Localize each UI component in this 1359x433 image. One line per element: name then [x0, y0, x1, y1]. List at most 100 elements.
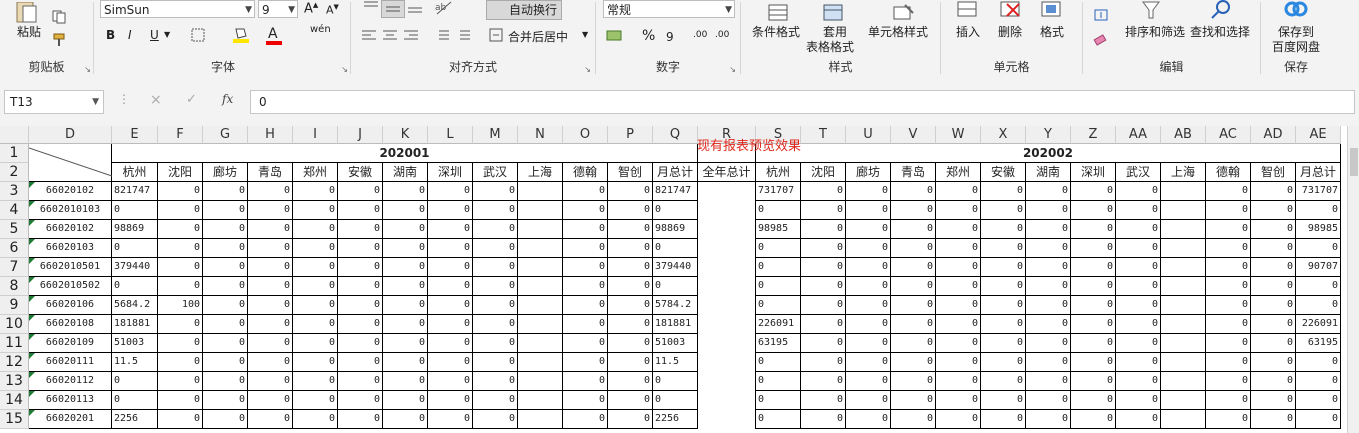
- data-cell[interactable]: 0: [428, 182, 473, 201]
- data-cell[interactable]: 0: [1251, 372, 1296, 391]
- data-cell[interactable]: 0: [891, 410, 936, 429]
- data-cell[interactable]: 0: [1206, 372, 1251, 391]
- data-cell[interactable]: 0: [608, 315, 653, 334]
- annual-total-cell[interactable]: [698, 182, 756, 201]
- data-cell[interactable]: 0: [293, 372, 338, 391]
- column-header[interactable]: V: [891, 126, 936, 144]
- data-cell[interactable]: 0: [891, 372, 936, 391]
- find-select-icon[interactable]: [1210, 0, 1232, 20]
- data-cell[interactable]: 0: [338, 296, 383, 315]
- column-header[interactable]: AA: [1116, 126, 1161, 144]
- data-cell[interactable]: [1161, 353, 1206, 372]
- data-cell[interactable]: 0: [981, 277, 1026, 296]
- data-cell[interactable]: 731707: [1296, 182, 1341, 201]
- column-header[interactable]: O: [563, 126, 608, 144]
- data-cell[interactable]: 0: [203, 315, 248, 334]
- data-cell[interactable]: 0: [936, 201, 981, 220]
- data-cell[interactable]: 0: [891, 391, 936, 410]
- scrollbar-thumb[interactable]: [1350, 148, 1358, 176]
- data-cell[interactable]: 0: [383, 182, 428, 201]
- data-cell[interactable]: 0: [1296, 391, 1341, 410]
- data-cell[interactable]: 0: [428, 391, 473, 410]
- data-cell[interactable]: 0: [846, 182, 891, 201]
- copy-icon[interactable]: [52, 10, 68, 24]
- data-cell[interactable]: 0: [846, 410, 891, 429]
- data-cell[interactable]: 0: [338, 391, 383, 410]
- format-button[interactable]: 格式: [1040, 23, 1064, 40]
- data-cell[interactable]: 0: [293, 315, 338, 334]
- data-cell[interactable]: [518, 296, 563, 315]
- column-header[interactable]: E: [112, 126, 158, 144]
- column-header[interactable]: AE: [1296, 126, 1341, 144]
- data-cell[interactable]: [518, 239, 563, 258]
- data-cell[interactable]: 0: [756, 258, 801, 277]
- data-cell[interactable]: 0: [1116, 353, 1161, 372]
- data-cell[interactable]: [518, 258, 563, 277]
- data-cell[interactable]: 0: [1296, 410, 1341, 429]
- format-cells-icon[interactable]: [1040, 0, 1064, 20]
- data-cell[interactable]: 2256: [653, 410, 698, 429]
- data-cell[interactable]: 0: [1296, 277, 1341, 296]
- top-align-icon[interactable]: [361, 0, 381, 14]
- data-cell[interactable]: 0: [1251, 258, 1296, 277]
- row-header[interactable]: 14: [0, 391, 29, 410]
- column-header[interactable]: M: [473, 126, 518, 144]
- data-cell[interactable]: 0: [428, 258, 473, 277]
- data-cell[interactable]: 0: [891, 239, 936, 258]
- delete-cells-icon[interactable]: [999, 0, 1023, 20]
- data-cell[interactable]: 0: [338, 410, 383, 429]
- column-header[interactable]: H: [248, 126, 293, 144]
- data-cell[interactable]: 0: [248, 372, 293, 391]
- data-cell[interactable]: 0: [203, 220, 248, 239]
- data-cell[interactable]: 0: [293, 353, 338, 372]
- find-select-button[interactable]: 查找和选择: [1190, 23, 1250, 40]
- data-cell[interactable]: 0: [203, 353, 248, 372]
- column-header[interactable]: U: [846, 126, 891, 144]
- data-cell[interactable]: 0: [891, 277, 936, 296]
- data-cell[interactable]: 0: [1116, 182, 1161, 201]
- data-cell[interactable]: 0: [1296, 201, 1341, 220]
- data-cell[interactable]: 0: [563, 334, 608, 353]
- data-cell[interactable]: 0: [1071, 201, 1116, 220]
- account-code-cell[interactable]: 6602010502: [29, 277, 112, 296]
- annual-total-cell[interactable]: [698, 372, 756, 391]
- data-cell[interactable]: 0: [1116, 315, 1161, 334]
- column-header[interactable]: K: [383, 126, 428, 144]
- data-cell[interactable]: 181881: [653, 315, 698, 334]
- data-cell[interactable]: 0: [653, 277, 698, 296]
- data-cell[interactable]: [1161, 334, 1206, 353]
- data-cell[interactable]: 0: [203, 334, 248, 353]
- data-cell[interactable]: [518, 201, 563, 220]
- data-cell[interactable]: 0: [473, 258, 518, 277]
- paste-icon[interactable]: [14, 1, 38, 24]
- middle-align-icon[interactable]: [381, 0, 405, 18]
- data-cell[interactable]: [1161, 201, 1206, 220]
- column-header[interactable]: P: [608, 126, 653, 144]
- row-header[interactable]: 3: [0, 182, 29, 201]
- data-cell[interactable]: 0: [1071, 391, 1116, 410]
- data-cell[interactable]: 0: [1071, 353, 1116, 372]
- enter-icon[interactable]: ✓: [186, 92, 197, 107]
- data-cell[interactable]: 0: [1251, 277, 1296, 296]
- data-cell[interactable]: 0: [1071, 372, 1116, 391]
- shrink-font-button[interactable]: A▼: [326, 3, 339, 17]
- data-cell[interactable]: 0: [293, 334, 338, 353]
- data-cell[interactable]: 0: [608, 182, 653, 201]
- data-cell[interactable]: 0: [293, 391, 338, 410]
- data-cell[interactable]: 0: [383, 334, 428, 353]
- data-cell[interactable]: 0: [936, 334, 981, 353]
- account-code-cell[interactable]: 66020102: [29, 220, 112, 239]
- bold-button[interactable]: B: [106, 28, 115, 42]
- data-cell[interactable]: 0: [891, 201, 936, 220]
- column-header[interactable]: AD: [1251, 126, 1296, 144]
- data-cell[interactable]: 98869: [653, 220, 698, 239]
- data-cell[interactable]: 0: [338, 315, 383, 334]
- data-cell[interactable]: 0: [338, 277, 383, 296]
- data-cell[interactable]: 51003: [653, 334, 698, 353]
- conditional-format-button[interactable]: 条件格式: [752, 23, 800, 40]
- data-cell[interactable]: 0: [112, 372, 158, 391]
- data-cell[interactable]: 0: [936, 296, 981, 315]
- data-cell[interactable]: 0: [1116, 410, 1161, 429]
- column-header[interactable]: N: [518, 126, 563, 144]
- data-cell[interactable]: 0: [1071, 277, 1116, 296]
